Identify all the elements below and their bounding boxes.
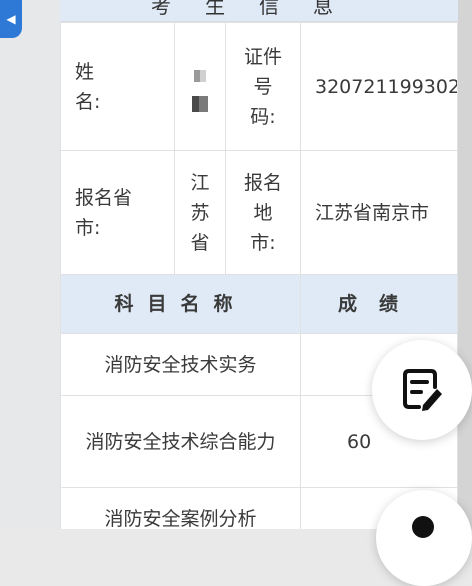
name-value-cell bbox=[174, 22, 226, 151]
province-label: 报名省市: bbox=[75, 186, 133, 239]
edit-note-icon bbox=[403, 369, 442, 411]
subject-name: 消防安全技术实务 bbox=[60, 333, 301, 396]
name-label: 姓名: bbox=[75, 60, 101, 113]
province-label-cell: 报名省市: bbox=[60, 150, 175, 275]
id-label: 证件号码: bbox=[244, 45, 283, 128]
region-row: 报名省市: 江苏省 报名地市: 江苏省南京市 bbox=[60, 150, 458, 275]
name-row: 姓名: 证件号码: 320721199302 bbox=[60, 22, 458, 151]
subject-name-cell: 消防安全技术综合能力 bbox=[60, 395, 301, 488]
secondary-fab-button[interactable] bbox=[376, 490, 472, 586]
score-header-row: 科目名称 成绩 bbox=[60, 274, 458, 334]
scroll-edge bbox=[458, 0, 472, 529]
subject-name: 消防安全案例分析 bbox=[60, 487, 301, 529]
back-tab[interactable]: ◀ bbox=[0, 0, 22, 38]
candidate-table: 姓名: 证件号码: 320721199302 报名省市: 江苏省 报名地市: 江 bbox=[60, 22, 458, 529]
edit-fab-button[interactable] bbox=[372, 340, 472, 440]
user-icon bbox=[412, 516, 434, 538]
section-header: 考生信息 bbox=[60, 0, 458, 22]
subject-header: 科目名称 bbox=[60, 274, 301, 334]
name-mosaic bbox=[192, 70, 208, 112]
score-card: 考生信息 姓名: 证件号码: 320721199302 报名省市: 江苏省 报名… bbox=[60, 0, 472, 529]
province-value: 江苏省 bbox=[190, 171, 210, 254]
province-value-cell: 江苏省 bbox=[174, 150, 226, 275]
city-label: 报名地市: bbox=[244, 171, 283, 254]
chevron-left-icon: ◀ bbox=[6, 12, 16, 26]
id-label-cell: 证件号码: bbox=[225, 22, 301, 151]
subject-name: 消防安全技术综合能力 bbox=[85, 430, 276, 453]
left-margin bbox=[0, 0, 60, 529]
city-value: 江苏省南京市 bbox=[300, 150, 458, 275]
id-value: 320721199302 bbox=[300, 22, 458, 151]
score-header: 成绩 bbox=[300, 274, 458, 334]
section-title: 考生信息 bbox=[151, 0, 367, 18]
name-label-cell: 姓名: bbox=[60, 22, 175, 151]
city-label-cell: 报名地市: bbox=[225, 150, 301, 275]
